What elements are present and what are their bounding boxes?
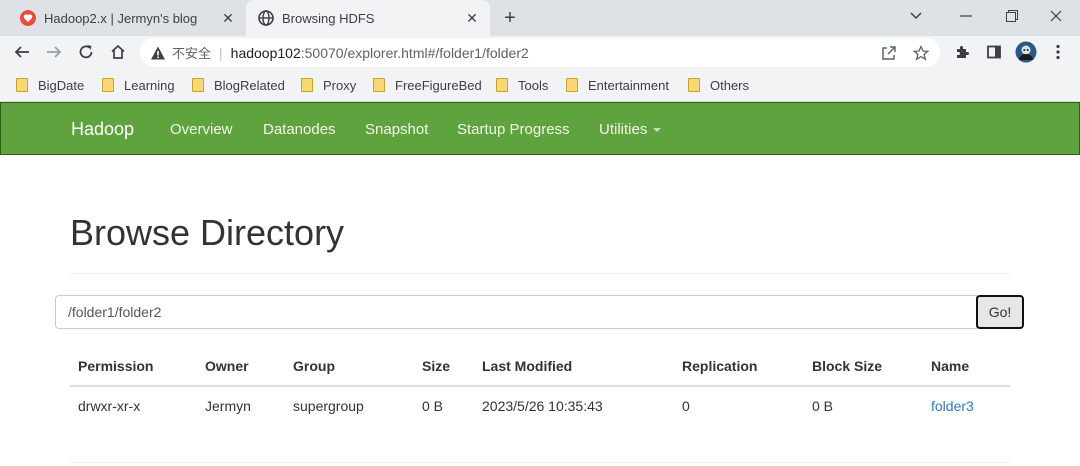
bookmark-tools[interactable]: Tools — [496, 76, 548, 94]
column-header[interactable]: Size — [414, 347, 474, 387]
heart-icon — [20, 10, 36, 26]
column-header[interactable]: Permission — [70, 347, 197, 387]
bookmark-learning[interactable]: Learning — [102, 76, 175, 94]
chevron-down-icon[interactable] — [892, 0, 940, 32]
hadoop-navbar: Hadoop Overview Datanodes Snapshot Start… — [0, 102, 1080, 155]
table-row: drwxr-xr-x Jermyn supergroup 0 B 2023/5/… — [70, 386, 1010, 424]
column-header[interactable]: Last Modified — [474, 347, 674, 387]
security-label[interactable]: 不安全 — [172, 43, 211, 62]
folder-link[interactable]: folder3 — [931, 398, 974, 414]
bookmark-label: Entertainment — [588, 77, 669, 93]
close-icon[interactable]: ✕ — [218, 8, 238, 28]
navbar-brand[interactable]: Hadoop — [71, 119, 134, 140]
bookmark-entertainment[interactable]: Entertainment — [566, 76, 669, 94]
address-separator: | — [219, 44, 223, 61]
new-tab-plus-icon[interactable]: + — [498, 6, 522, 30]
column-header[interactable]: Name — [923, 347, 1010, 387]
bookmark-label: Tools — [518, 77, 549, 93]
title-divider — [70, 273, 1010, 274]
bookmark-blogrelated[interactable]: BlogRelated — [192, 76, 285, 94]
bookmark-label: Others — [710, 77, 750, 93]
nav-snapshot[interactable]: Snapshot — [365, 121, 428, 138]
tab-title: Browsing HDFS — [282, 10, 375, 26]
back-icon[interactable] — [10, 40, 34, 64]
bookmark-bigdate[interactable]: BigDate — [16, 76, 84, 94]
extensions-puzzle-icon[interactable] — [950, 40, 974, 64]
cell-owner: Jermyn — [205, 397, 251, 414]
side-panel-icon[interactable] — [982, 40, 1006, 64]
page-title: Browse Directory — [70, 212, 345, 253]
url-path: :50070/explorer.html#/folder1/folder2 — [300, 44, 529, 61]
nav-startup-progress[interactable]: Startup Progress — [457, 121, 570, 138]
url-host: hadoop102 — [230, 44, 301, 61]
minimize-icon[interactable] — [942, 0, 990, 32]
folder-icon — [496, 78, 508, 92]
tab-browsing-hdfs[interactable]: Browsing HDFS ✕ — [246, 0, 490, 36]
warning-icon — [151, 46, 165, 59]
table-header-row: Permission Owner Group Size Last Modifie… — [70, 347, 1010, 387]
window-close-icon[interactable] — [1032, 0, 1080, 32]
cell-permission: drwxr-xr-x — [78, 397, 141, 414]
folder-icon — [373, 78, 385, 92]
close-icon[interactable]: ✕ — [462, 8, 482, 28]
tab-strip: Hadoop2.x | Jermyn's blog ✕ Browsing HDF… — [0, 0, 1080, 36]
cell-replication: 0 — [682, 397, 690, 414]
nav-utilities-label: Utilities — [599, 121, 648, 138]
profile-avatar[interactable] — [1014, 40, 1038, 64]
address-bar[interactable]: 不安全 | hadoop102:50070/explorer.html#/fol… — [140, 38, 940, 67]
folder-icon — [566, 78, 578, 92]
globe-icon — [258, 10, 274, 26]
cell-group: supergroup — [293, 397, 364, 414]
bookmark-label: BlogRelated — [214, 77, 285, 93]
cell-size: 0 B — [422, 397, 444, 414]
bookmarks-bar: BigDate Learning BlogRelated Proxy FreeF… — [0, 68, 1080, 102]
url-text[interactable]: hadoop102:50070/explorer.html#/folder1/f… — [231, 45, 529, 61]
go-button[interactable]: Go! — [976, 295, 1024, 329]
share-icon[interactable] — [880, 44, 898, 62]
folder-icon — [192, 78, 204, 92]
bookmark-others[interactable]: Others — [688, 76, 749, 94]
forward-icon[interactable] — [42, 40, 66, 64]
tab-hadoop-blog[interactable]: Hadoop2.x | Jermyn's blog ✕ — [8, 0, 246, 36]
column-header[interactable]: Group — [285, 347, 414, 387]
column-header[interactable]: Replication — [674, 347, 804, 387]
folder-icon — [102, 78, 114, 92]
column-header[interactable]: Owner — [197, 347, 285, 387]
column-header[interactable]: Block Size — [804, 347, 923, 387]
nav-utilities-dropdown[interactable]: Utilities — [599, 121, 662, 138]
folder-icon — [688, 78, 700, 92]
directory-table: Permission Owner Group Size Last Modifie… — [70, 347, 1010, 424]
cell-block-size: 0 B — [812, 397, 834, 414]
bookmark-label: Learning — [124, 77, 175, 93]
cell-name: folder3 — [923, 386, 1010, 424]
menu-kebab-icon[interactable] — [1046, 40, 1070, 64]
bookmark-label: Proxy — [323, 77, 357, 93]
directory-path-input[interactable]: /folder1/folder2 — [55, 295, 977, 329]
nav-overview[interactable]: Overview — [170, 121, 233, 138]
star-icon[interactable] — [912, 44, 930, 62]
tab-title: Hadoop2.x | Jermyn's blog — [44, 10, 198, 26]
table-bottom-divider — [70, 462, 1010, 463]
folder-icon — [301, 78, 313, 92]
bookmark-label: FreeFigureBed — [395, 77, 482, 93]
home-icon[interactable] — [106, 40, 130, 64]
cell-last-modified: 2023/5/26 10:35:43 — [482, 397, 603, 414]
nav-datanodes[interactable]: Datanodes — [263, 121, 336, 138]
folder-icon — [16, 78, 28, 92]
browser-toolbar: 不安全 | hadoop102:50070/explorer.html#/fol… — [0, 36, 1080, 68]
bookmark-freefigurebed[interactable]: FreeFigureBed — [373, 76, 482, 94]
reload-icon[interactable] — [74, 40, 98, 64]
bookmark-label: BigDate — [38, 77, 85, 93]
bookmark-proxy[interactable]: Proxy — [301, 76, 356, 94]
restore-icon[interactable] — [988, 0, 1036, 32]
caret-down-icon — [653, 128, 662, 133]
